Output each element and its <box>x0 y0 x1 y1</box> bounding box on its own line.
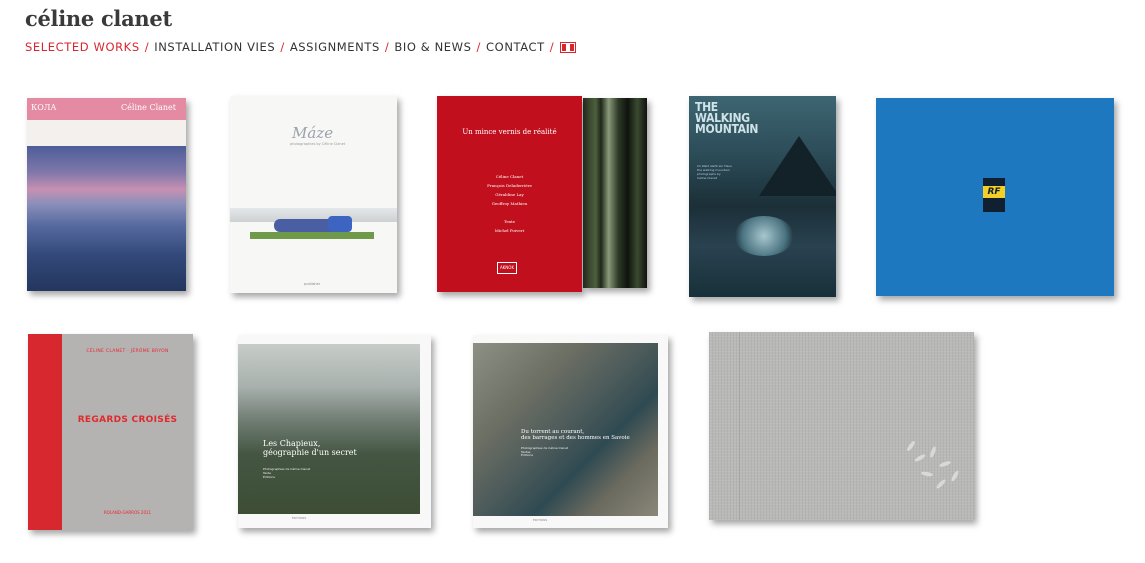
cover-footer: ÉDITIONS <box>533 518 548 522</box>
nav-separator: / <box>476 40 482 54</box>
leaf-icon <box>929 445 937 459</box>
book-cover-walking-mountain[interactable]: THE WALKING MOUNTAIN Im Wald steht ein H… <box>689 96 836 297</box>
cover-footer: ÉDITIONS <box>292 516 307 520</box>
rf-badge-label: RF <box>983 186 1005 198</box>
leaf-icon <box>905 439 917 453</box>
cover-footer: ROLAND-GARROS 2011 <box>103 510 152 515</box>
book-cover-les-chapieux[interactable]: Les Chapieux, géographie d'un secret Pho… <box>238 335 431 528</box>
leaf-icon <box>913 453 927 463</box>
cover-figure <box>328 216 352 232</box>
french-flag-icon[interactable] <box>560 41 577 53</box>
nav-separator: / <box>144 40 150 54</box>
nav-separator: / <box>384 40 390 54</box>
cover-title: THE WALKING MOUNTAIN <box>695 100 759 136</box>
book-cover-regards-croises[interactable]: CÉLINE CLANET · JÉRÔME BRYON REGARDS CRO… <box>28 334 193 530</box>
cover-credits: Photographies de Céline Clanet Texte Édi… <box>263 467 311 479</box>
cover-spine <box>28 334 62 530</box>
cover-light <box>734 216 794 256</box>
book-cover-maze[interactable]: Máze photographies by Céline Clanet publ… <box>230 96 397 293</box>
cover-mountain <box>759 136 836 196</box>
nav-separator: / <box>549 40 555 54</box>
site-title[interactable]: céline clanet <box>25 6 172 31</box>
rf-badge: RF <box>983 178 1005 212</box>
cover-photo <box>238 344 420 514</box>
publisher-logo: AKNOK <box>497 262 517 274</box>
book-cover-kola[interactable]: КОЛА Céline Clanet <box>27 98 186 291</box>
leaf-icon <box>935 478 947 490</box>
leaf-icon <box>950 469 960 483</box>
cover-footer: publisher <box>304 282 321 286</box>
main-nav: SELECTED WORKS / INSTALLATION VIES / ASS… <box>25 40 577 54</box>
cover-author: Céline Clanet <box>121 103 176 112</box>
book-cover-linen[interactable] <box>709 332 974 520</box>
nav-separator: / <box>280 40 285 54</box>
cover-strip <box>27 120 186 146</box>
cover-title: Du torrent au courant, des barrages et d… <box>521 429 630 441</box>
cover-spine-line <box>739 332 740 520</box>
nav-installation-vies[interactable]: INSTALLATION VIES <box>154 40 275 54</box>
cover-authors: CÉLINE CLANET · JÉRÔME BRYON <box>86 349 169 354</box>
cover-title: REGARDS CROISÉS <box>77 415 178 425</box>
cover-title: Les Chapieux, géographie d'un secret <box>263 439 357 457</box>
cover-title: Un mince vernis de réalité <box>462 128 557 136</box>
book-cover-du-torrent[interactable]: Du torrent au courant, des barrages et d… <box>473 335 668 528</box>
book-cover-rf[interactable]: RF <box>876 98 1114 296</box>
cover-title: Máze <box>292 124 334 142</box>
cover-mat <box>250 232 374 239</box>
nav-bio-news[interactable]: BIO & NEWS <box>394 40 471 54</box>
cover-photo <box>27 146 186 291</box>
leaf-icon <box>920 470 934 478</box>
leaf-icon <box>938 460 952 468</box>
nav-assignments[interactable]: ASSIGNMENTS <box>290 40 380 54</box>
cover-title: КОЛА <box>31 103 57 112</box>
cover-subtitle: photographies by Céline Clanet <box>290 142 346 146</box>
book-slipcase[interactable] <box>583 98 647 288</box>
cover-text: Im Wald steht ein Haus the walking mount… <box>697 164 732 180</box>
book-cover-mince-vernis[interactable]: Un mince vernis de réalité Céline Clanet… <box>437 96 582 292</box>
cover-authors: Céline Clanet François Deladerrière Géra… <box>487 174 532 233</box>
cover-credits: Photographies de Céline Clanet Textes Éd… <box>521 446 569 457</box>
nav-contact[interactable]: CONTACT <box>486 40 545 54</box>
nav-selected-works[interactable]: SELECTED WORKS <box>25 40 140 54</box>
